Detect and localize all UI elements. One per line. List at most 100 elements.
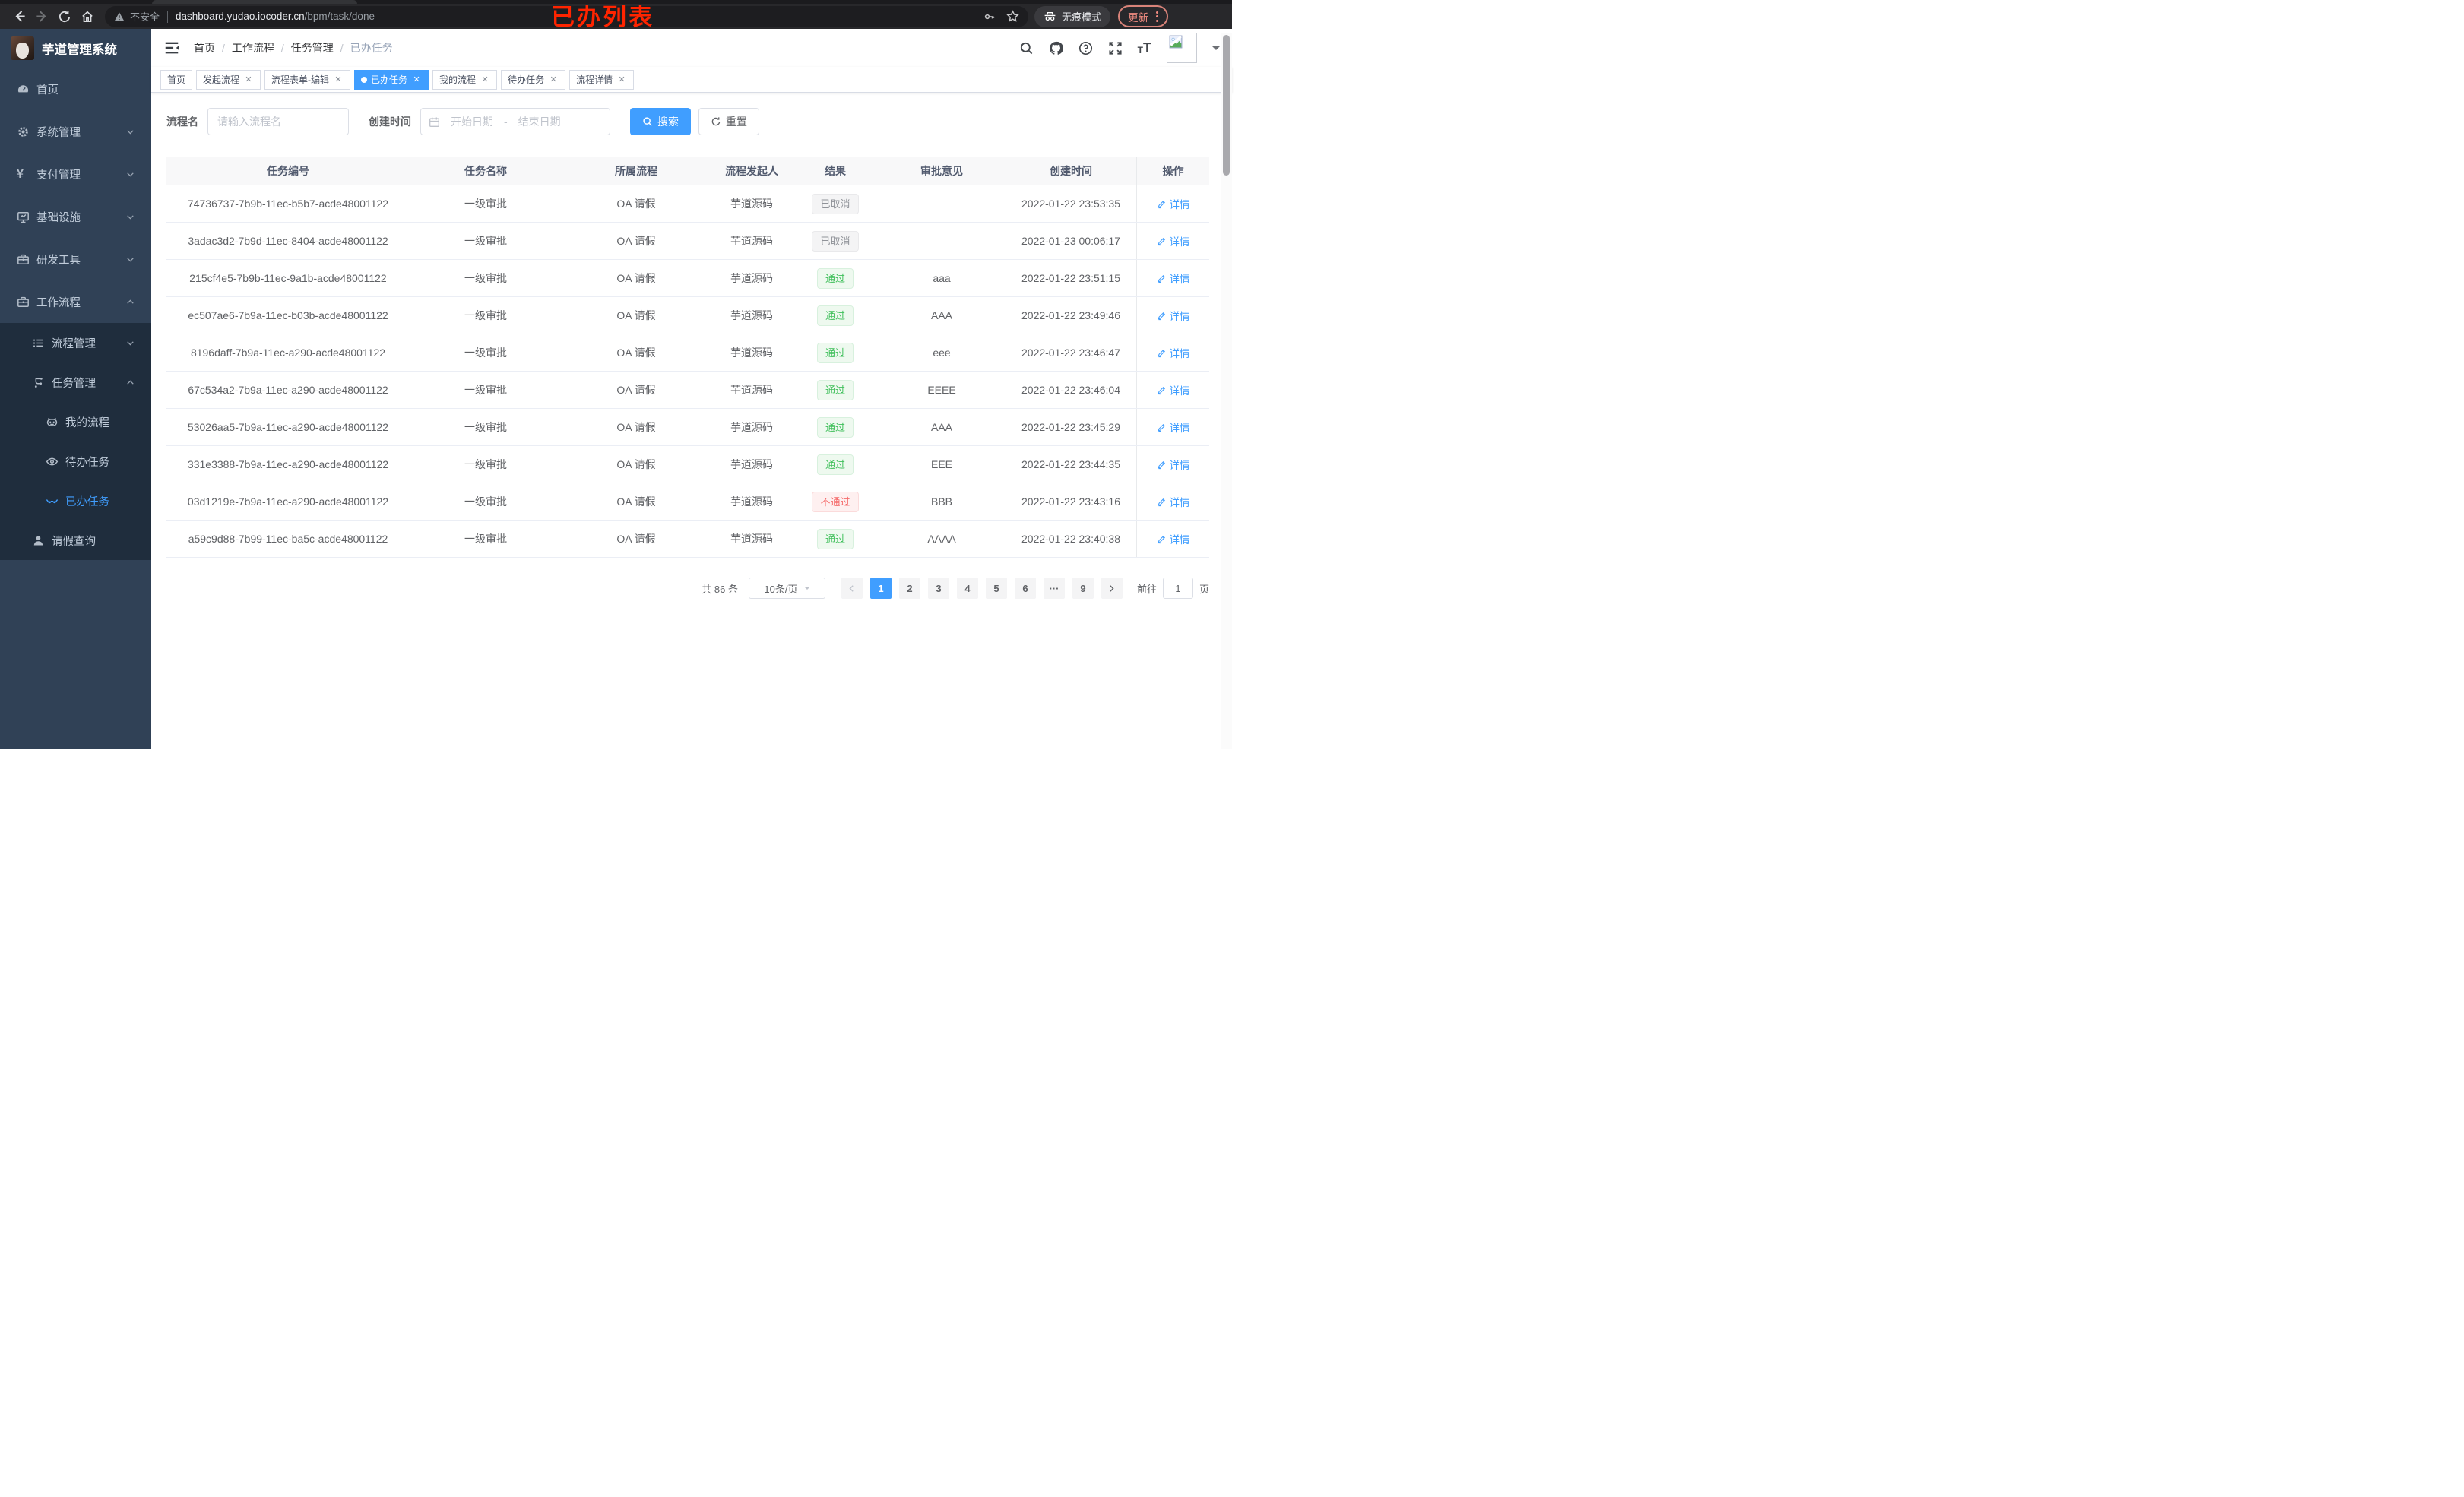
page-size-select[interactable]: 10条/页	[748, 578, 825, 599]
search-button[interactable]: 搜索	[630, 108, 691, 135]
sidebar-item-系统管理[interactable]: 系统管理	[0, 110, 151, 153]
bookmark-star-icon[interactable]	[1006, 10, 1019, 23]
page-button-3[interactable]: 3	[927, 578, 949, 599]
tab-我的流程[interactable]: 我的流程 ✕	[432, 69, 498, 90]
start-date-input[interactable]	[445, 116, 499, 128]
jump-page-input[interactable]	[1162, 578, 1193, 599]
sidebar-item-任务管理[interactable]: 任务管理	[0, 362, 151, 402]
close-icon[interactable]: ✕	[333, 74, 344, 85]
flow-cell: OA 请假	[616, 198, 656, 210]
flow-cell: OA 请假	[616, 384, 656, 396]
table-row: 3adac3d2-7b9d-11ec-8404-acde48001122 一级审批…	[166, 223, 1209, 260]
sidebar-item-label: 请假查询	[52, 535, 96, 548]
next-page-button[interactable]	[1101, 578, 1123, 599]
avatar-caret-icon[interactable]	[1212, 46, 1220, 54]
close-icon[interactable]: ✕	[480, 74, 490, 85]
password-key-icon[interactable]	[983, 11, 996, 23]
hamburger-icon[interactable]	[163, 40, 180, 56]
help-icon[interactable]	[1078, 41, 1093, 55]
detail-link[interactable]: 详情	[1157, 419, 1190, 435]
reset-button[interactable]: 重置	[698, 108, 759, 135]
detail-link[interactable]: 详情	[1157, 196, 1190, 211]
detail-link[interactable]: 详情	[1157, 531, 1190, 546]
browser-reload-icon[interactable]	[53, 5, 76, 28]
detail-label: 详情	[1169, 348, 1190, 359]
fullscreen-icon[interactable]	[1108, 41, 1123, 55]
process-name-input[interactable]	[207, 108, 349, 135]
chevron-down-icon	[126, 170, 135, 179]
detail-link[interactable]: 详情	[1157, 271, 1190, 286]
sidebar-item-已办任务[interactable]: 已办任务	[0, 481, 151, 521]
detail-link[interactable]: 详情	[1157, 345, 1190, 360]
scrollbar-thumb[interactable]	[1223, 35, 1230, 176]
security-label[interactable]: 不安全	[130, 9, 160, 24]
detail-link[interactable]: 详情	[1157, 457, 1190, 472]
date-range-picker[interactable]: -	[420, 108, 610, 135]
sidebar-item-待办任务[interactable]: 待办任务	[0, 442, 151, 481]
page-button-9[interactable]: 9	[1072, 578, 1094, 599]
more-pages-button[interactable]: ···	[1043, 578, 1065, 599]
tab-流程表单-编辑[interactable]: 流程表单-编辑 ✕	[264, 69, 351, 90]
search-icon[interactable]	[1019, 41, 1034, 55]
end-date-input[interactable]	[511, 116, 567, 128]
font-size-icon[interactable]: TT	[1138, 41, 1151, 55]
browser-update-button[interactable]: 更新	[1118, 5, 1169, 27]
url-path[interactable]: /bpm/task/done	[305, 11, 375, 22]
detail-link[interactable]: 详情	[1157, 233, 1190, 248]
sidebar-item-label: 系统管理	[36, 126, 81, 139]
operation-cell: 详情	[1136, 185, 1209, 222]
page-scrollbar[interactable]	[1221, 33, 1232, 748]
browser-home-icon[interactable]	[76, 5, 99, 28]
sidebar: 芋道管理系统 首页系统管理 ¥ 支付管理 基础设施 研发工具 工作流程 流程管理 任务管理我的…	[0, 29, 151, 748]
close-icon[interactable]: ✕	[616, 74, 627, 85]
sidebar-item-流程管理[interactable]: 流程管理	[0, 323, 151, 362]
tab-label: 流程详情	[576, 74, 613, 85]
prev-page-button[interactable]	[841, 578, 863, 599]
pen-icon	[1157, 236, 1167, 246]
breadcrumb: 首页 / 工作流程 / 任务管理 / 已办任务	[194, 40, 393, 55]
detail-link[interactable]: 详情	[1157, 308, 1190, 323]
update-label[interactable]: 更新	[1128, 9, 1148, 24]
detail-link[interactable]: 详情	[1157, 382, 1190, 397]
starter-cell: 芋道源码	[730, 533, 773, 545]
browser-menu-icon[interactable]	[1156, 11, 1159, 22]
tab-首页[interactable]: 首页	[160, 69, 193, 90]
detail-label: 详情	[1169, 274, 1190, 285]
browser-tab[interactable]	[152, 0, 357, 4]
browser-back-icon[interactable]	[8, 5, 30, 28]
calendar-icon	[429, 117, 439, 127]
page-button-6[interactable]: 6	[1014, 578, 1036, 599]
url-host[interactable]: dashboard.yudao.iocoder.cn	[176, 11, 305, 22]
sidebar-item-工作流程[interactable]: 工作流程	[0, 280, 151, 323]
sidebar-item-我的流程[interactable]: 我的流程	[0, 402, 151, 442]
tab-已办任务[interactable]: 已办任务 ✕	[354, 69, 429, 90]
status-badge: 通过	[816, 342, 854, 363]
close-icon[interactable]: ✕	[411, 74, 422, 85]
time-cell: 2022-01-22 23:46:47	[1021, 347, 1120, 359]
breadcrumb-item[interactable]: 首页	[194, 40, 215, 55]
sidebar-item-请假查询[interactable]: 请假查询	[0, 521, 151, 560]
page-button-2[interactable]: 2	[898, 578, 920, 599]
detail-link[interactable]: 详情	[1157, 494, 1190, 509]
page-button-5[interactable]: 5	[985, 578, 1007, 599]
browser-forward-icon[interactable]	[30, 5, 53, 28]
close-icon[interactable]: ✕	[243, 74, 254, 85]
page-button-4[interactable]: 4	[956, 578, 978, 599]
tab-发起流程[interactable]: 发起流程 ✕	[196, 69, 261, 90]
sidebar-item-label: 我的流程	[65, 416, 109, 429]
tab-流程详情[interactable]: 流程详情 ✕	[569, 69, 635, 90]
sidebar-item-研发工具[interactable]: 研发工具	[0, 238, 151, 280]
github-icon[interactable]	[1049, 41, 1063, 55]
status-badge: 通过	[816, 416, 854, 438]
avatar[interactable]	[1167, 33, 1197, 63]
close-icon[interactable]: ✕	[548, 74, 559, 85]
tab-待办任务[interactable]: 待办任务 ✕	[501, 69, 566, 90]
app-logo-row[interactable]: 芋道管理系统	[0, 29, 151, 68]
breadcrumb-item[interactable]: 工作流程	[232, 40, 274, 55]
time-cell: 2022-01-22 23:44:35	[1021, 458, 1120, 470]
page-button-1[interactable]: 1	[869, 578, 892, 599]
sidebar-item-首页[interactable]: 首页	[0, 68, 151, 110]
sidebar-item-支付管理[interactable]: ¥ 支付管理	[0, 153, 151, 195]
breadcrumb-item[interactable]: 任务管理	[291, 40, 334, 55]
sidebar-item-基础设施[interactable]: 基础设施	[0, 195, 151, 238]
